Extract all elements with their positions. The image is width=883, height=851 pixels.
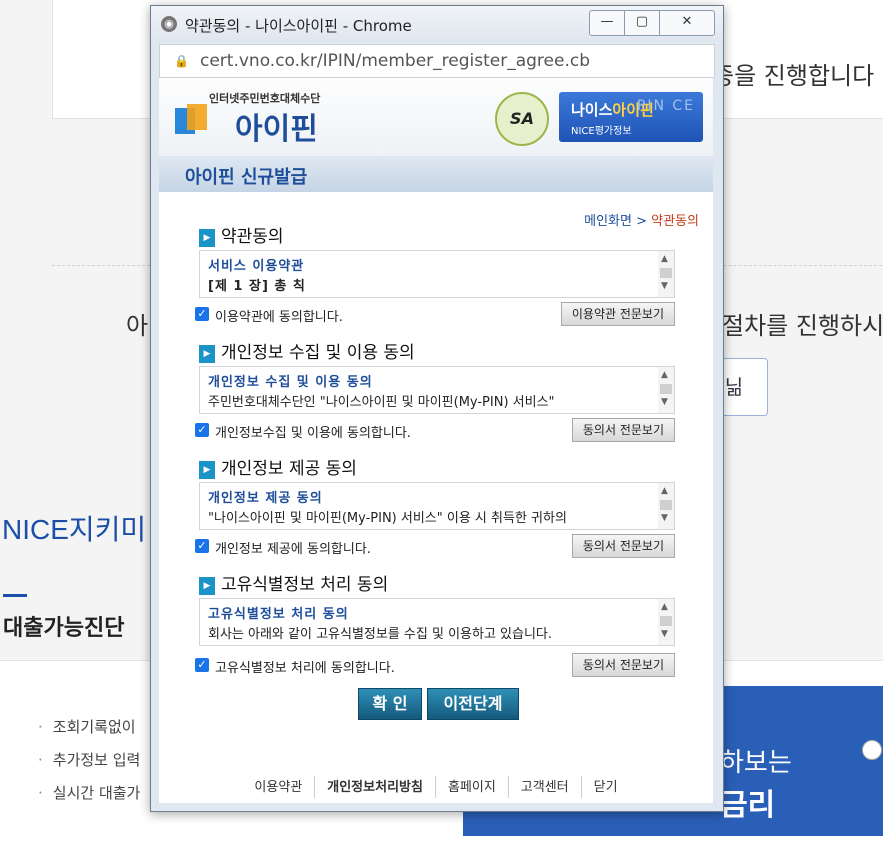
agree-row-terms: ✓ 이용약관에 동의합니다. 이용약관 전문보기 [195,302,675,326]
lock-icon: 🔒 [174,54,189,68]
view-unique-id-button[interactable]: 동의서 전문보기 [571,653,675,677]
agree-unique-id-checkbox[interactable]: ✓ [195,658,209,672]
background-nice-title: NICE지키미 [2,514,147,545]
page-title: 아이핀 신규발급 [185,167,308,188]
footer-link-terms[interactable]: 이용약관 [242,776,316,798]
scrollbar[interactable]: ▲ ▼ [658,599,674,645]
textbox-body: 회사는 아래와 같이 고유식별정보를 수집 및 이용하고 있습니다. [208,627,553,642]
view-collection-button[interactable]: 동의서 전문보기 [571,418,675,442]
textbox-body: "나이스아이핀 및 마이핀(My-PIN) 서비스" 이용 시 취득한 귀하의 [208,511,567,526]
textbox-title: 개인정보 제공 동의 [208,491,323,506]
agree-provision-checkbox[interactable]: ✓ [195,539,209,553]
popup-window: ◉ 약관동의 - 나이스아이핀 - Chrome — ▢ ✕ 🔒 cert.vn… [150,5,724,812]
agree-terms-label[interactable]: 이용약관에 동의합니다. [215,306,343,325]
maximize-button[interactable]: ▢ [625,11,660,35]
logo-text: 아이핀 [235,112,318,147]
background-text: 아 [126,312,149,340]
nice-badge-subtitle: NICE평가정보 [571,126,632,137]
textbox-title: 개인정보 수집 및 이용 동의 [208,375,373,390]
background-accent-bar [3,594,27,597]
agree-collection-label[interactable]: 개인정보수집 및 이용에 동의합니다. [215,422,411,441]
scroll-up-icon[interactable]: ▲ [661,602,668,612]
confirm-button[interactable]: 확 인 [358,688,422,720]
agree-terms-checkbox[interactable]: ✓ [195,307,209,321]
url-text: cert.vno.co.kr/IPIN/member_register_agre… [200,51,591,71]
scroll-down-icon[interactable]: ▼ [661,629,668,639]
scrollbar[interactable]: ▲ ▼ [658,251,674,297]
section-title-bar: 아이핀 신규발급 [159,156,713,192]
background-list-item: 추가정보 입력 [38,749,141,770]
textbox-title: 서비스 이용약관 [208,259,305,274]
unique-id-textbox[interactable]: 고유식별정보 처리 동의 회사는 아래와 같이 고유식별정보를 수집 및 이용하… [199,598,675,646]
view-provision-button[interactable]: 동의서 전문보기 [571,534,675,558]
scroll-thumb[interactable] [660,500,672,510]
scroll-thumb[interactable] [660,268,672,278]
banner-text: 금리 [720,788,776,823]
background-list-item: 조회기록없이 [38,716,136,737]
window-controls: — ▢ ✕ [589,10,715,36]
sa-certification-badge: SA [495,92,549,146]
background-text: 증을 진행합니다 [712,62,875,90]
textbox-title: 고유식별정보 처리 동의 [208,607,349,622]
close-button[interactable]: ✕ [660,11,714,35]
chrome-icon: ◉ [161,16,177,32]
scroll-up-icon[interactable]: ▲ [661,486,668,496]
textbox-body: [제 1 장] 총 칙 [208,279,306,294]
page-content: 인터넷주민번호대체수단 아이핀 SA 나이스아이핀 NICE평가정보 PIN C… [159,78,713,803]
ipin-header: 인터넷주민번호대체수단 아이핀 SA 나이스아이핀 NICE평가정보 PIN C… [159,78,713,156]
footer-link-support[interactable]: 고객센터 [509,776,582,798]
scroll-down-icon[interactable]: ▼ [661,513,668,523]
scroll-thumb[interactable] [660,384,672,394]
breadcrumb-separator: > [636,214,648,229]
agree-row-collection: ✓ 개인정보수집 및 이용에 동의합니다. 동의서 전문보기 [195,418,675,442]
agree-row-provision: ✓ 개인정보 제공에 동의합니다. 동의서 전문보기 [195,534,675,558]
banner-nav-button[interactable] [862,740,882,760]
breadcrumb: 메인화면 > 약관동의 [584,210,699,229]
agree-unique-id-label[interactable]: 고유식별정보 처리에 동의합니다. [215,657,395,676]
footer-link-privacy[interactable]: 개인정보처리방침 [315,776,436,798]
scroll-up-icon[interactable]: ▲ [661,370,668,380]
address-bar[interactable]: 🔒 cert.vno.co.kr/IPIN/member_register_ag… [159,44,715,78]
section-heading-collection: 개인정보 수집 및 이용 동의 [199,338,415,363]
scrollbar[interactable]: ▲ ▼ [658,483,674,529]
textbox-body: 주민번호대체수단인 "나이스아이핀 및 마이핀(My-PIN) 서비스" [208,395,555,410]
background-text: 절차를 진행하시 [722,312,883,340]
scroll-thumb[interactable] [660,616,672,626]
breadcrumb-home[interactable]: 메인화면 [584,214,632,229]
agree-collection-checkbox[interactable]: ✓ [195,423,209,437]
view-terms-button[interactable]: 이용약관 전문보기 [560,302,675,326]
agree-row-unique-id: ✓ 고유식별정보 처리에 동의합니다. 동의서 전문보기 [195,653,675,677]
agree-provision-label[interactable]: 개인정보 제공에 동의합니다. [215,538,371,557]
collection-textbox[interactable]: 개인정보 수집 및 이용 동의 주민번호대체수단인 "나이스아이핀 및 마이핀(… [199,366,675,414]
provision-textbox[interactable]: 개인정보 제공 동의 "나이스아이핀 및 마이핀(My-PIN) 서비스" 이용… [199,482,675,530]
window-title: 약관동의 - 나이스아이핀 - Chrome [185,17,412,35]
nice-ipin-badge: 나이스아이핀 NICE평가정보 PIN CE [559,92,703,142]
ipin-logo-icon [175,104,207,134]
background-section-title: 대출가능진단 [3,616,125,641]
section-heading-unique-id: 고유식별정보 처리 동의 [199,570,388,595]
nice-badge-letters: PIN CE [636,98,695,114]
terms-textbox[interactable]: 서비스 이용약관 [제 1 장] 총 칙 ▲ ▼ [199,250,675,298]
footer-link-homepage[interactable]: 홈페이지 [436,776,509,798]
nice-badge-prefix: 나이스 [571,101,613,119]
section-heading-terms: 약관동의 [199,222,284,247]
banner-text: 하보는 [720,748,792,778]
scroll-down-icon[interactable]: ▼ [661,281,668,291]
footer-link-close[interactable]: 닫기 [582,776,630,798]
section-heading-provision: 개인정보 제공 동의 [199,454,357,479]
scroll-down-icon[interactable]: ▼ [661,397,668,407]
scroll-up-icon[interactable]: ▲ [661,254,668,264]
previous-step-button[interactable]: 이전단계 [427,688,519,720]
minimize-button[interactable]: — [590,11,625,35]
footer-links: 이용약관 개인정보처리방침 홈페이지 고객센터 닫기 [159,776,713,798]
background-list-item: 실시간 대출가 [38,782,141,803]
scrollbar[interactable]: ▲ ▼ [658,367,674,413]
breadcrumb-current: 약관동의 [651,214,699,229]
title-bar[interactable]: ◉ 약관동의 - 나이스아이핀 - Chrome — ▢ ✕ [151,6,723,42]
